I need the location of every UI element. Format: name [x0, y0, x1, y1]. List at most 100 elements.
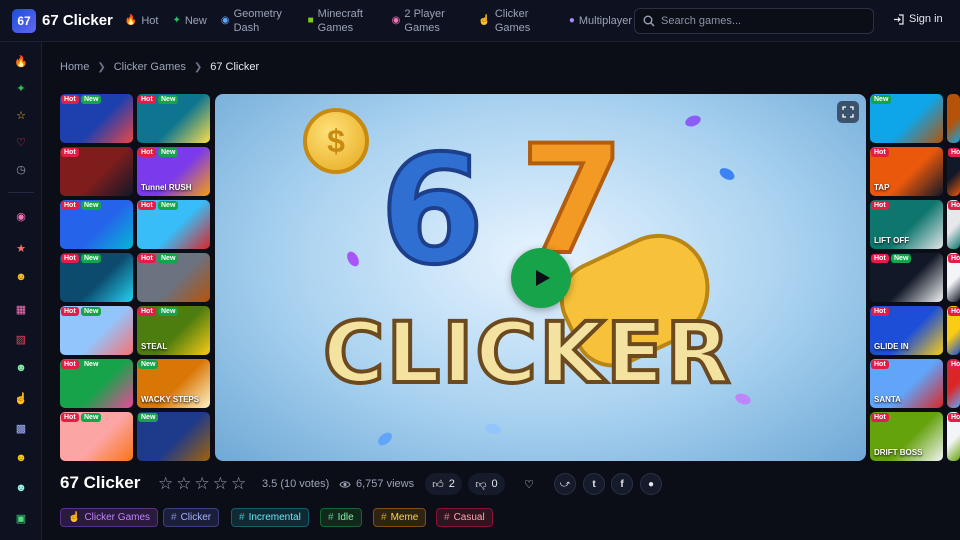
tag-chip[interactable]: ☝ Clicker Games	[60, 508, 159, 527]
new-badge: New	[158, 254, 179, 263]
game-thumbnail[interactable]: Hot New	[60, 200, 133, 249]
game-thumbnail[interactable]: Hot DRIFT BOSS	[870, 412, 943, 461]
game-thumbnail[interactable]: Hot TAP	[870, 147, 943, 196]
reddit-share-button[interactable]: ●	[640, 473, 662, 495]
game-thumbnail[interactable]: Hot	[947, 412, 960, 461]
game-thumbnail[interactable]: Hot New	[870, 253, 943, 302]
hot-badge: Hot	[871, 360, 889, 369]
game-thumbnail[interactable]: Hot New	[137, 253, 210, 302]
new-badge: New	[81, 413, 102, 422]
star-rating[interactable]: ☆ ☆ ☆ ☆ ☆	[158, 474, 246, 494]
game-thumbnail[interactable]: Hot New	[60, 306, 133, 355]
fullscreen-button[interactable]	[837, 101, 859, 123]
nav-2-player-games[interactable]: ◉ 2 Player Games	[392, 7, 465, 35]
game-thumbnail[interactable]: Hot New	[60, 359, 133, 408]
star-icon[interactable]: ☆	[158, 474, 173, 494]
nav-hot[interactable]: 🔥 Hot	[125, 14, 159, 28]
tag-chip[interactable]: # Casual	[436, 508, 493, 527]
game-thumbnail[interactable]: Hot New	[60, 94, 133, 143]
thumbnail-caption: DRIFT BOSS	[874, 448, 923, 457]
block-icon[interactable]: ▦	[13, 301, 29, 317]
cursor-icon: ☝	[68, 512, 81, 523]
cursor-icon[interactable]: ☝	[13, 390, 29, 406]
game-thumbnail[interactable]: Hot New	[60, 253, 133, 302]
game-thumbnail[interactable]: New	[137, 412, 210, 461]
thumbnail-caption: WACKY STEPS	[141, 395, 200, 404]
eye-icon	[339, 480, 351, 488]
gamepad-icon[interactable]: ◉	[13, 208, 29, 224]
game-thumbnail[interactable]: Hot New	[60, 412, 133, 461]
game-thumbnail[interactable]: Hot	[947, 147, 960, 196]
star-icon[interactable]: ☆	[195, 474, 210, 494]
sparkle-icon: ✦	[172, 14, 181, 26]
search-input[interactable]	[661, 15, 861, 27]
game-thumbnail[interactable]: Hot SANTA	[870, 359, 943, 408]
hot-badge: Hot	[61, 360, 79, 369]
tag-chip[interactable]: # Clicker	[163, 508, 220, 527]
game-player[interactable]: $ 6 7 CLICKER	[215, 94, 866, 461]
game-thumbnail[interactable]: Hot	[60, 147, 133, 196]
car-icon[interactable]: ▨	[13, 331, 29, 347]
game-thumbnail[interactable]: New WACKY STEPS	[137, 359, 210, 408]
nav-minecraft-games[interactable]: ■ Minecraft Games	[308, 7, 378, 35]
dislike-button[interactable]: 👎︎ 0	[468, 473, 505, 495]
views-text: 6,757 views	[356, 478, 415, 490]
new-badge: New	[81, 360, 102, 369]
like-button[interactable]: 👍︎ 2	[425, 473, 462, 495]
tag-chip[interactable]: # Meme	[373, 508, 427, 527]
tag-chip[interactable]: # Idle	[320, 508, 362, 527]
heart-icon[interactable]: ♡	[13, 134, 29, 150]
hot-badge: Hot	[871, 148, 889, 157]
play-button[interactable]	[511, 248, 571, 308]
smiley-icon[interactable]: ☻	[13, 269, 29, 285]
smiley-icon[interactable]: ☻	[13, 360, 29, 376]
game-thumbnail[interactable]: Hot GLIDE IN	[870, 306, 943, 355]
game-thumbnail[interactable]: Hot New	[137, 200, 210, 249]
game-thumbnail[interactable]: Hot New Tunnel RUSH	[137, 147, 210, 196]
game-thumbnail[interactable]: New	[870, 94, 943, 143]
breadcrumb-category[interactable]: Clicker Games	[114, 61, 186, 73]
breadcrumb-home[interactable]: Home	[60, 61, 89, 73]
share-button[interactable]: ⤻	[554, 473, 576, 495]
new-badge: New	[158, 201, 179, 210]
game-title: 67 Clicker	[60, 473, 141, 492]
game-thumbnail[interactable]: Hot LIFT OFF	[870, 200, 943, 249]
tag-chip[interactable]: # Incremental	[231, 508, 309, 527]
game-thumbnail[interactable]: Hot	[947, 253, 960, 302]
favorite-button[interactable]: ♡	[518, 473, 540, 495]
multiplayer-icon[interactable]: ▩	[13, 420, 29, 436]
game-thumbnail[interactable]: Hot New	[137, 94, 210, 143]
hot-badge: Hot	[871, 307, 889, 316]
twitter-share-button[interactable]: t	[583, 473, 605, 495]
nav-geometry-dash[interactable]: ◉ Geometry Dash	[221, 7, 294, 35]
hot-badge: Hot	[138, 254, 156, 263]
signin-button[interactable]: Sign in	[893, 13, 943, 25]
game-thumbnail[interactable]: Hot	[947, 200, 960, 249]
star-icon[interactable]: ★	[13, 240, 29, 256]
nav-new[interactable]: ✦ New	[172, 14, 206, 28]
hot-badge: Hot	[871, 254, 889, 263]
star-icon[interactable]: ☆	[176, 474, 191, 494]
facebook-share-button[interactable]: f	[611, 473, 633, 495]
game-thumbnail[interactable]: Hot New STEAL	[137, 306, 210, 355]
nav-clicker-games[interactable]: ☝ Clicker Games	[478, 7, 554, 35]
smiley-icon[interactable]: ☻	[13, 480, 29, 496]
game-thumbnail[interactable]: Hot	[947, 359, 960, 408]
nav-multiplayer[interactable]: ● Multiplayer	[569, 14, 632, 28]
smiley-icon[interactable]: ☻	[13, 450, 29, 466]
nav-label: Multiplayer	[578, 14, 633, 27]
star-icon[interactable]: ☆	[13, 107, 29, 123]
fire-icon[interactable]: 🔥	[13, 53, 29, 69]
history-icon[interactable]: ◷	[13, 161, 29, 177]
block-icon[interactable]: ▣	[13, 510, 29, 526]
site-logo[interactable]: 67 67 Clicker	[12, 8, 113, 33]
tag-label: Casual	[453, 512, 485, 523]
nav-label: Minecraft Games	[317, 7, 363, 34]
star-icon[interactable]: ☆	[213, 474, 228, 494]
game-thumbnail[interactable]: Hot	[947, 306, 960, 355]
game-thumbnail[interactable]	[947, 94, 960, 143]
candy-decoration	[484, 422, 502, 436]
star-icon[interactable]: ☆	[231, 474, 246, 494]
sparkle-icon[interactable]: ✦	[13, 80, 29, 96]
share-icon: ⤻	[559, 478, 571, 490]
